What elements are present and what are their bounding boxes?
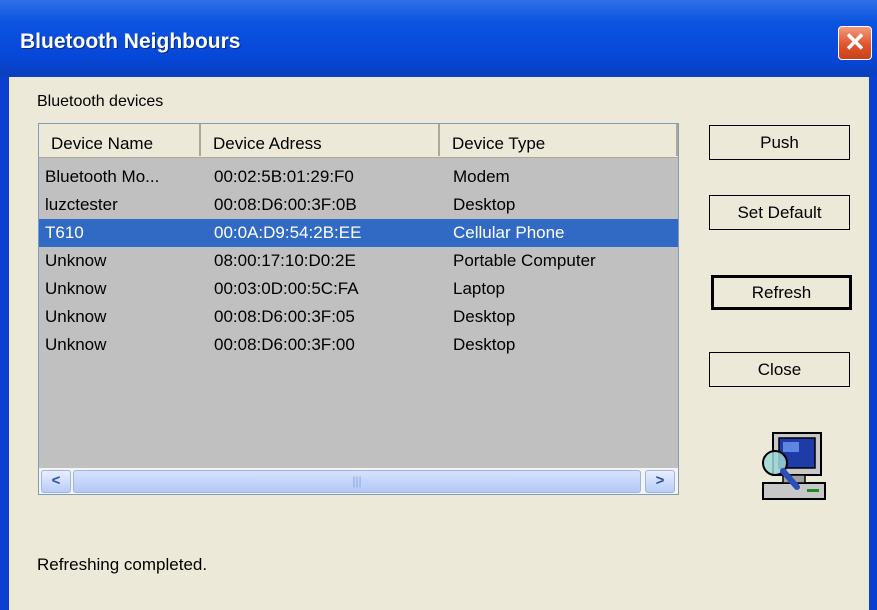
device-type-cell: Desktop — [453, 307, 516, 326]
device-name-cell: Bluetooth Mo... — [45, 167, 160, 186]
device-row[interactable]: T610 00:0A:D9:54:2B:EE Cellular Phone — [39, 219, 678, 247]
device-address-cell: 08:00:17:10:D0:2E — [214, 251, 356, 270]
device-list[interactable]: Device Name Device Adress Device Type Bl… — [38, 123, 679, 495]
device-type-cell: Desktop — [453, 335, 516, 354]
device-row[interactable]: Bluetooth Mo... 00:02:5B:01:29:F0 Modem — [39, 163, 678, 191]
device-address-cell: 00:02:5B:01:29:F0 — [214, 167, 354, 186]
column-header-device-name[interactable]: Device Name — [39, 124, 201, 156]
scroll-right-button[interactable]: > — [645, 470, 675, 493]
device-row[interactable]: Unknow 00:08:D6:00:3F:05 Desktop — [39, 303, 678, 331]
scroll-left-button[interactable]: < — [41, 470, 71, 493]
device-row[interactable]: Unknow 00:03:0D:00:5C:FA Laptop — [39, 275, 678, 303]
device-rows: Bluetooth Mo... 00:02:5B:01:29:F0 Modem luz… — [39, 163, 678, 359]
device-address-cell: 00:08:D6:00:3F:00 — [214, 335, 355, 354]
horizontal-scrollbar[interactable]: < ||| > — [39, 468, 678, 494]
device-name-cell: Unknow — [45, 279, 107, 298]
device-name-cell: Unknow — [45, 335, 107, 354]
list-header: Device Name Device Adress Device Type — [39, 124, 678, 158]
device-row[interactable]: luzctester 00:08:D6:00:3F:0B Desktop — [39, 191, 678, 219]
device-row[interactable]: Unknow 00:08:D6:00:3F:00 Desktop — [39, 331, 678, 359]
column-header-device-type[interactable]: Device Type — [440, 124, 678, 156]
dialog-body: Bluetooth devices Device Name Device Adr… — [9, 77, 869, 610]
refresh-button[interactable]: Refresh — [711, 275, 852, 310]
device-type-cell: Laptop — [453, 279, 505, 298]
computer-search-icon — [762, 432, 826, 500]
device-type-cell: Modem — [453, 167, 510, 186]
set-default-button[interactable]: Set Default — [709, 195, 850, 230]
device-address-cell: 00:08:D6:00:3F:0B — [214, 195, 357, 214]
push-button[interactable]: Push — [709, 125, 850, 160]
device-name-cell: T610 — [45, 223, 84, 242]
close-button[interactable]: Close — [709, 352, 850, 387]
window-title: Bluetooth Neighbours — [20, 30, 241, 53]
device-type-cell: Desktop — [453, 195, 516, 214]
column-header-device-address[interactable]: Device Adress — [201, 124, 440, 156]
bluetooth-devices-label: Bluetooth devices — [37, 93, 164, 110]
device-type-cell: Portable Computer — [453, 251, 596, 270]
scroll-thumb[interactable]: ||| — [73, 470, 641, 493]
bluetooth-neighbours-window: Bluetooth Neighbours ✕ Bluetooth devices… — [0, 0, 877, 610]
device-address-cell: 00:0A:D9:54:2B:EE — [214, 223, 362, 242]
device-row[interactable]: Unknow 08:00:17:10:D0:2E Portable Computer — [39, 247, 678, 275]
device-name-cell: Unknow — [45, 307, 107, 326]
status-message: Refreshing completed. — [37, 555, 208, 574]
device-address-cell: 00:08:D6:00:3F:05 — [214, 307, 355, 326]
device-address-cell: 00:03:0D:00:5C:FA — [214, 279, 359, 298]
close-window-button[interactable]: ✕ — [838, 26, 872, 60]
device-type-cell: Cellular Phone — [453, 223, 565, 242]
device-name-cell: luzctester — [45, 195, 118, 214]
device-name-cell: Unknow — [45, 251, 107, 270]
title-bar: Bluetooth Neighbours ✕ — [0, 0, 877, 76]
